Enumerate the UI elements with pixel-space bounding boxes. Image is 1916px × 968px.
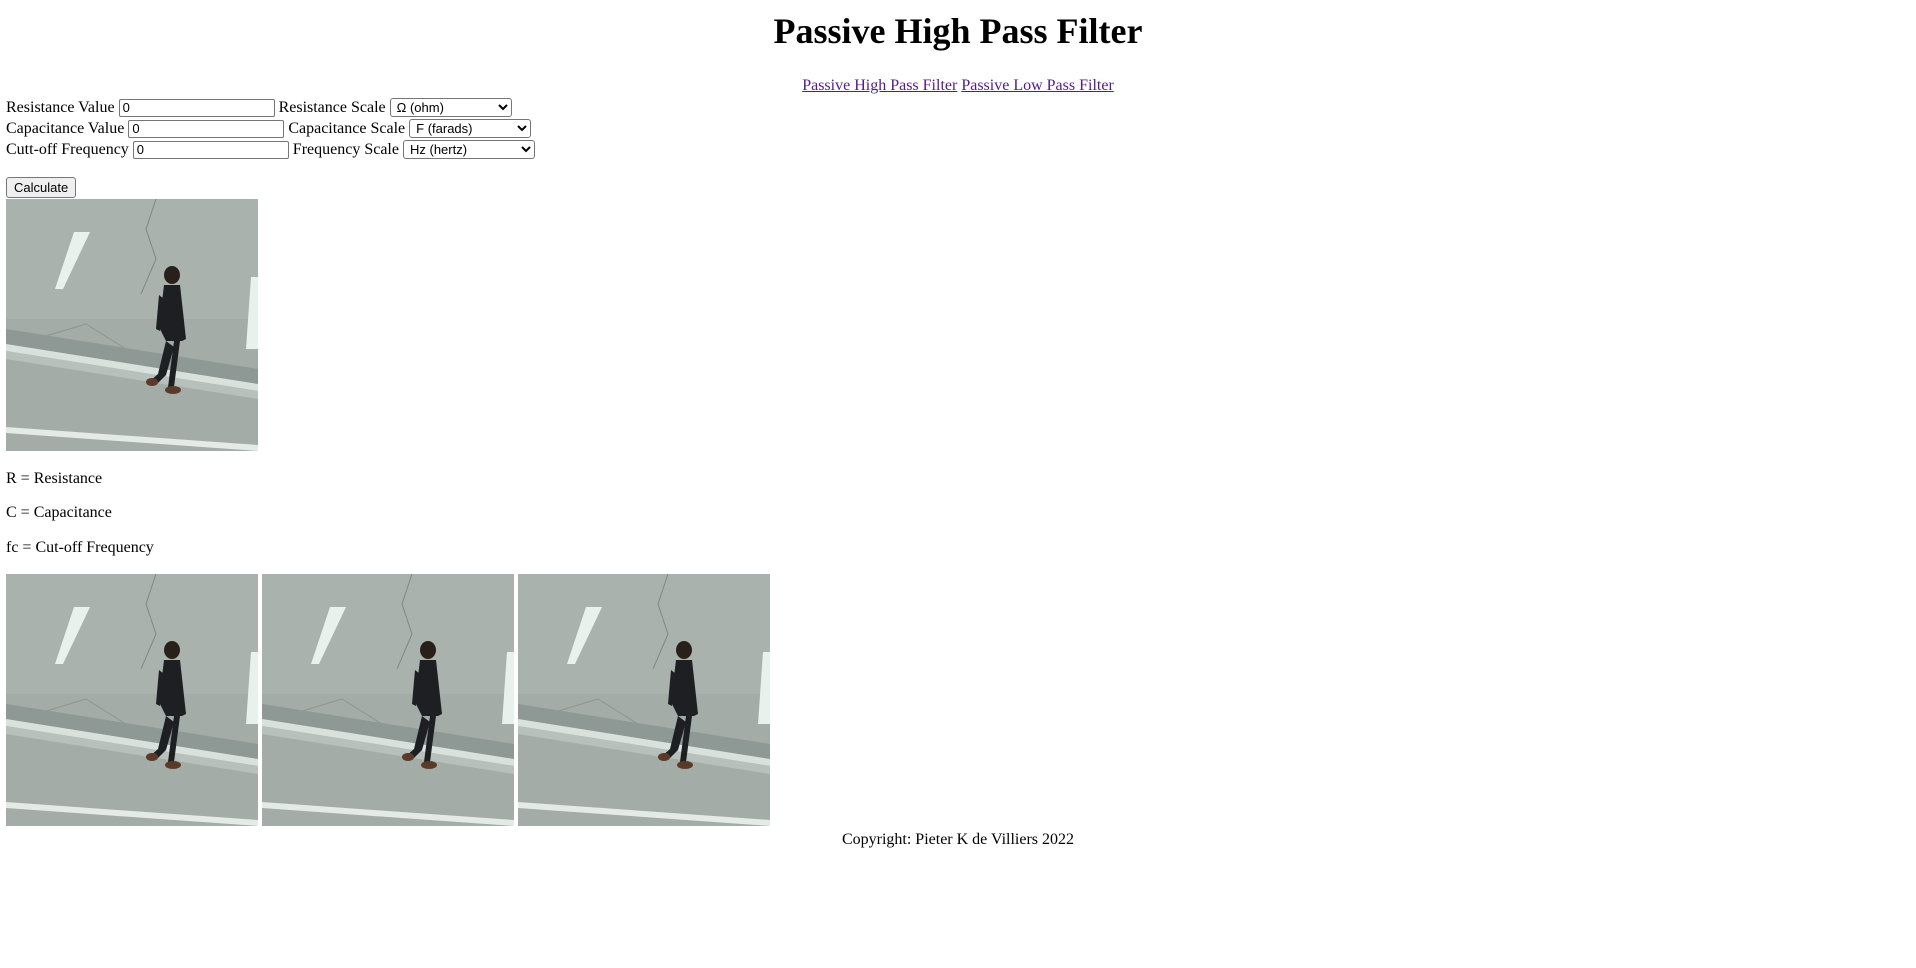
resistance-label: Resistance Value (6, 99, 115, 116)
photo-man-walking-on-road-icon (6, 199, 258, 451)
frequency-scale-select[interactable]: Hz (hertz) (402, 140, 535, 159)
photo-man-walking-on-road-icon (518, 574, 770, 826)
circuit-image (6, 199, 258, 451)
resistance-input[interactable] (118, 98, 275, 117)
graph-image-1 (6, 574, 258, 826)
capacitance-row: Capacitance Value Capacitance Scale F (f… (6, 118, 535, 139)
photo-man-walking-on-road-icon (6, 574, 258, 826)
frequency-input[interactable] (132, 140, 289, 159)
nav-link-high-pass[interactable]: Passive High Pass Filter (802, 77, 957, 94)
capacitance-label: Capacitance Value (6, 120, 125, 137)
copyright-footer: Copyright: Pieter K de Villiers 2022 (841, 831, 1075, 848)
frequency-label: Cutt-off Frequency (6, 141, 129, 158)
graph-image-3 (518, 574, 770, 826)
graph-image-2 (262, 574, 514, 826)
resistance-row: Resistance Value Resistance Scale Ω (ohm… (6, 97, 535, 118)
resistance-scale-select[interactable]: Ω (ohm) (389, 98, 512, 117)
calculate-button[interactable]: Calculate (6, 177, 77, 198)
nav-link-low-pass[interactable]: Passive Low Pass Filter (961, 77, 1113, 94)
legend-r: R = Resistance (6, 470, 103, 487)
nav-links: Passive High Pass Filter Passive Low Pas… (0, 77, 1916, 95)
capacitance-scale-select[interactable]: F (farads) (409, 119, 532, 138)
capacitance-scale-label: Capacitance Scale (288, 120, 406, 137)
frequency-row: Cutt-off Frequency Frequency Scale Hz (h… (6, 139, 535, 160)
filter-form: Resistance Value Resistance Scale Ω (ohm… (6, 97, 535, 160)
legend-c: C = Capacitance (6, 504, 112, 521)
frequency-scale-label: Frequency Scale (292, 141, 399, 158)
legend-fc: fc = Cut-off Frequency (6, 539, 154, 556)
page-title: Passive High Pass Filter (773, 11, 1143, 51)
photo-man-walking-on-road-icon (262, 574, 514, 826)
resistance-scale-label: Resistance Scale (278, 99, 386, 116)
capacitance-input[interactable] (128, 119, 285, 138)
